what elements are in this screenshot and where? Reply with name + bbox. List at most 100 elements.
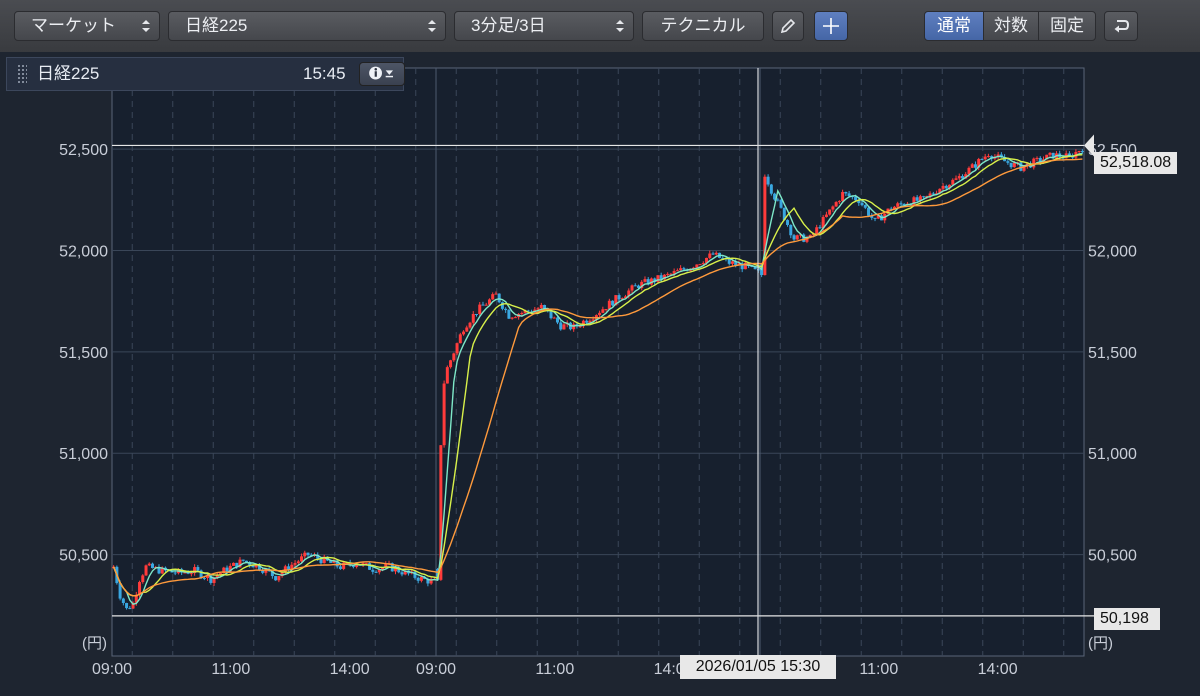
candle-body — [860, 203, 864, 206]
y-tick-label-right: 51,000 — [1088, 446, 1137, 463]
candle-body — [449, 360, 453, 368]
candle-body — [468, 322, 472, 328]
candle-body — [815, 227, 819, 234]
candle-body — [633, 285, 637, 287]
candle-body — [504, 308, 508, 311]
candle-body — [306, 552, 310, 556]
candle-body — [481, 304, 485, 306]
candle-body — [549, 311, 553, 319]
candle-body — [442, 383, 446, 446]
candle-body — [462, 331, 466, 335]
candle-body — [400, 572, 404, 575]
candle-body — [941, 185, 945, 189]
candle-body — [125, 602, 129, 609]
crosshair-time-label: 2026/01/05 15:30 — [680, 655, 836, 679]
candle-body — [128, 608, 132, 610]
x-tick-label: 14:00 — [978, 661, 1018, 678]
drag-handle-icon[interactable] — [17, 64, 27, 84]
x-tick-label: 09:00 — [416, 661, 456, 678]
candle-body — [520, 312, 524, 315]
candle-body — [196, 567, 200, 571]
candle-body — [338, 566, 342, 569]
candle-body — [873, 217, 877, 219]
candle-body — [604, 309, 608, 311]
price-chart[interactable]: 50,500 50,500 51,000 51,000 51,500 51,500 52,0… — [0, 0, 1200, 696]
candle-body — [643, 279, 647, 282]
candle-body — [277, 576, 281, 581]
candle-body — [416, 577, 420, 581]
candle-body — [695, 264, 699, 268]
candle-body — [601, 309, 605, 313]
candle-body — [792, 235, 796, 240]
candle-body — [536, 308, 540, 310]
y-axis-unit-right: (円) — [1088, 635, 1113, 652]
candle-body — [1048, 152, 1052, 155]
candle-body — [539, 304, 543, 309]
candle-body — [831, 206, 835, 210]
y-tick-label-right: 52,000 — [1088, 243, 1137, 260]
candle-body — [562, 324, 566, 330]
candle-body — [471, 313, 475, 323]
candle-body — [543, 304, 547, 309]
y-tick-label-right: 50,500 — [1088, 548, 1137, 565]
candle-body — [189, 573, 193, 575]
candle-body — [841, 192, 845, 202]
y-tick-label-left: 52,000 — [59, 243, 108, 260]
y-tick-label-right: 51,500 — [1088, 345, 1137, 362]
candle-body — [274, 576, 278, 581]
candle-body — [951, 179, 955, 185]
y-axis-unit-left: (円) — [82, 635, 107, 652]
candle-body — [980, 159, 984, 161]
candle-body — [983, 156, 987, 160]
candle-body — [559, 322, 563, 330]
y-tick-label-left: 52,500 — [59, 142, 108, 159]
candle-body — [141, 575, 145, 583]
candle-body — [701, 263, 705, 265]
candle-body — [847, 193, 851, 197]
candle-body — [867, 207, 871, 216]
candle-body — [666, 273, 670, 275]
x-tick-label: 11:00 — [211, 661, 250, 678]
candle-body — [679, 268, 683, 271]
candle-body — [617, 295, 621, 300]
candle-body — [507, 310, 511, 319]
candle-body — [552, 317, 556, 319]
info-symbol: 日経225 — [37, 64, 100, 83]
current-price-label: 52,518.08 — [1094, 152, 1178, 174]
candle-body — [478, 304, 482, 315]
candle-body — [915, 197, 919, 201]
candle-body — [1009, 162, 1013, 168]
info-menu-button[interactable] — [359, 62, 405, 86]
candle-body — [303, 552, 307, 557]
candle-body — [121, 598, 125, 603]
candle-body — [789, 224, 793, 236]
candle-body — [374, 571, 378, 573]
candle-body — [698, 264, 702, 266]
candle-body — [795, 235, 799, 240]
info-panel[interactable]: 日経225 15:45 — [6, 57, 405, 91]
x-tick-label: 11:00 — [859, 661, 898, 678]
candle-body — [779, 199, 783, 208]
plot-area — [111, 67, 1085, 657]
y-tick-label-left: 50,500 — [59, 548, 108, 565]
min-price-label: 50,198 — [1094, 608, 1160, 630]
candle-body — [786, 220, 790, 225]
candle-body — [1006, 161, 1010, 163]
candle-body — [986, 156, 990, 158]
candle-body — [944, 185, 948, 189]
candle-body — [970, 164, 974, 168]
candle-body — [452, 353, 456, 361]
candle-body — [675, 270, 679, 272]
candle-body — [714, 252, 718, 255]
candle-body — [769, 184, 773, 194]
candle-body — [202, 577, 206, 579]
info-icon — [369, 66, 393, 80]
candle-body — [973, 164, 977, 168]
candle-body — [510, 317, 514, 319]
candle-body — [497, 293, 501, 303]
candle-body — [465, 327, 469, 332]
candle-body — [1080, 151, 1084, 153]
candle-body — [491, 294, 495, 300]
candle-body — [241, 559, 245, 561]
candle-body — [296, 561, 300, 564]
